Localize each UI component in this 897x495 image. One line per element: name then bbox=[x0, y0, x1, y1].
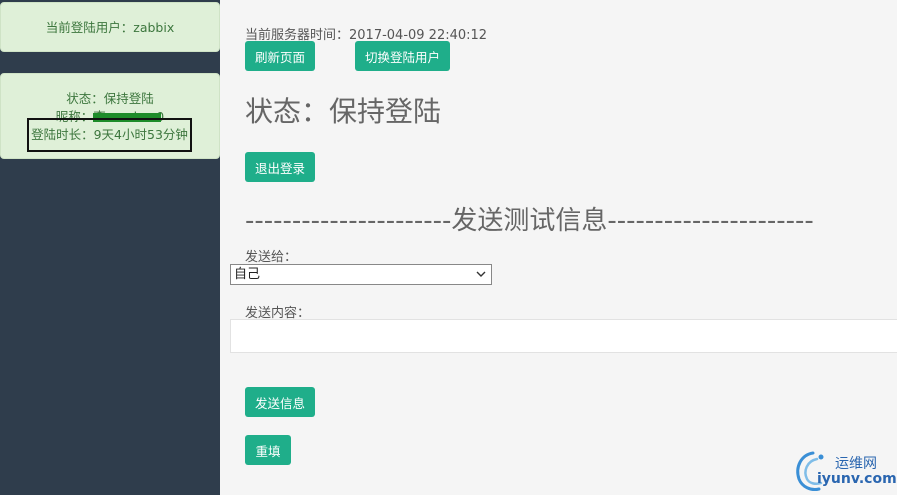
content-textarea[interactable] bbox=[230, 319, 897, 353]
refresh-button[interactable]: 刷新页面 bbox=[245, 41, 315, 71]
main-content: 当前服务器时间：2017-04-09 22:40:12 刷新页面 切换登陆用户 … bbox=[220, 0, 897, 495]
reset-button[interactable]: 重填 bbox=[245, 435, 291, 465]
logout-button[interactable]: 退出登录 bbox=[245, 152, 315, 182]
send-message-button[interactable]: 发送信息 bbox=[245, 387, 315, 417]
page: 当前登陆用户：zabbix 状态：保持登陆 昵称：李·······ly□0 登陆… bbox=[0, 0, 897, 495]
send-to-label: 发送给： bbox=[245, 250, 298, 265]
send-to-selected-value: 自己 bbox=[234, 267, 261, 282]
login-duration-text: 登陆时长：9天4小时53分钟 bbox=[31, 127, 188, 142]
current-user-text: 当前登陆用户：zabbix bbox=[45, 20, 175, 35]
send-to-select[interactable]: 自己 bbox=[230, 264, 492, 285]
current-user-card: 当前登陆用户：zabbix bbox=[0, 2, 220, 52]
switch-user-button[interactable]: 切换登陆用户 bbox=[355, 41, 450, 71]
watermark: 运维网 iyunv.com bbox=[793, 447, 897, 493]
chevron-down-icon bbox=[476, 271, 486, 277]
sidebar: 当前登陆用户：zabbix 状态：保持登陆 昵称：李·······ly□0 登陆… bbox=[0, 0, 220, 495]
watermark-en: iyunv.com bbox=[817, 471, 897, 487]
send-test-section-title: ----------------------发送测试信息------------… bbox=[245, 206, 814, 236]
login-duration-highlight: 登陆时长：9天4小时53分钟 bbox=[27, 118, 192, 152]
watermark-cn: 运维网 bbox=[835, 456, 877, 472]
status-text: 状态：保持登陆 bbox=[66, 91, 154, 106]
status-title: 状态：保持登陆 bbox=[245, 95, 442, 128]
